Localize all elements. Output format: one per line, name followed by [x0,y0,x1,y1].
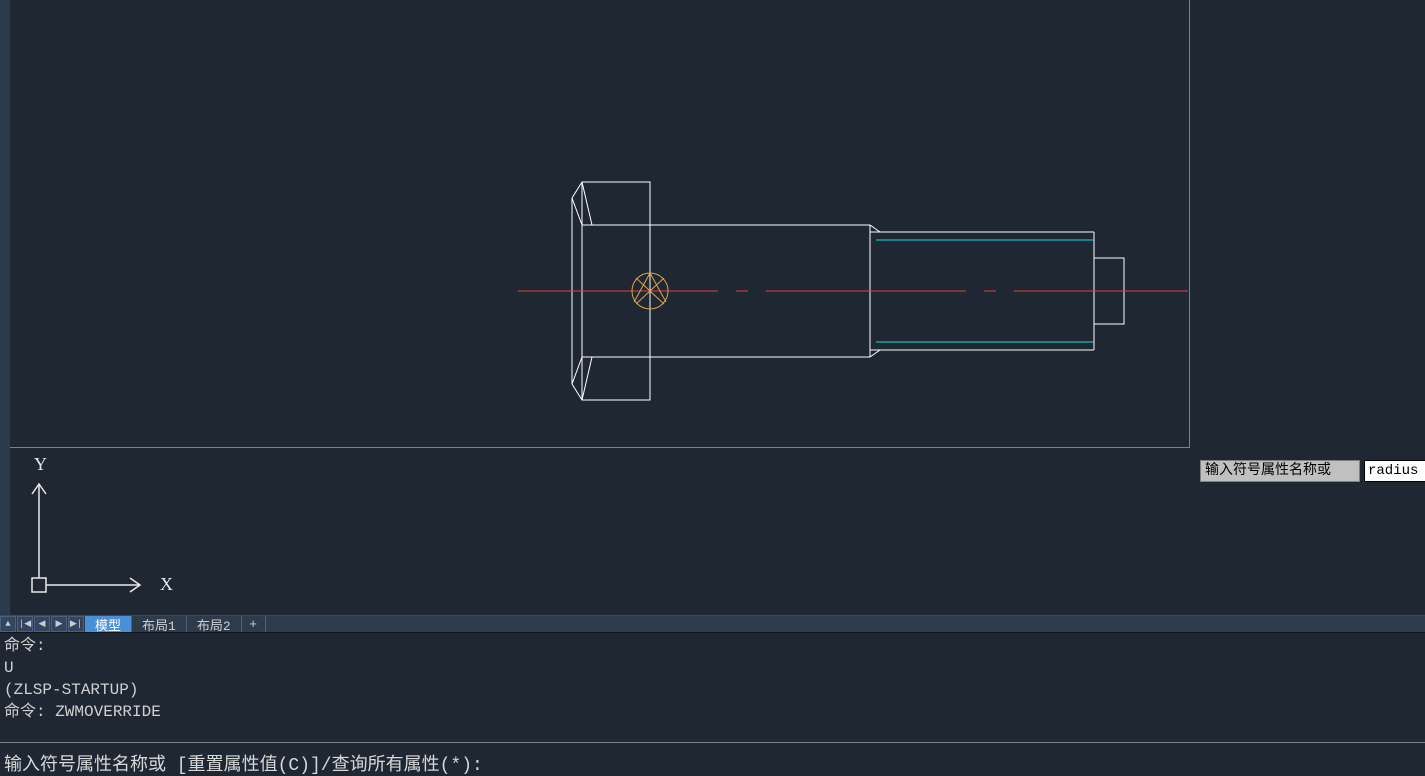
command-input[interactable]: 输入符号属性名称或 [重置属性值(C)]/查询所有属性(*): [0,748,1425,774]
cmd-hist-line3: (ZLSP-STARTUP) [4,681,138,699]
command-separator [0,742,1425,743]
ucs-area: X Y [10,448,1190,615]
tab-nav-next-icon[interactable]: ▶ [51,616,67,632]
drawing-canvas[interactable] [10,0,1190,448]
tab-layout1-label: 布局1 [142,615,176,634]
tab-layout2-label: 布局2 [197,615,231,634]
cmd-hist-line4: 命令: ZWMOVERRIDE [4,703,161,721]
tab-add-label: + [249,617,257,632]
tab-nav-first-icon[interactable]: |◀ [17,616,33,632]
command-input-text: 输入符号属性名称或 [重置属性值(C)]/查询所有属性(*): [4,756,483,776]
main-area: X Y 输入符号属性名称或 radius [10,0,1425,615]
tab-model-label: 模型 [95,615,121,634]
cmd-hist-line2: U [4,659,14,677]
tab-nav-prev-icon[interactable]: ◀ [34,616,50,632]
command-history[interactable]: 命令: U (ZLSP-STARTUP) 命令: ZWMOVERRIDE [0,633,1425,753]
ucs-y-label: Y [34,454,47,474]
ucs-x-label: X [160,574,173,594]
ucs-icon: X Y [10,448,210,615]
tab-layout1[interactable]: 布局1 [132,616,187,632]
layout-tab-bar: ▲ |◀ ◀ ▶ ▶| 模型 布局1 布局2 + [0,615,1425,633]
tab-scroll-up-icon[interactable]: ▲ [0,616,16,632]
tab-nav-last-icon[interactable]: ▶| [68,616,84,632]
dynamic-input-prompt: 输入符号属性名称或 [1200,460,1360,482]
side-panel [1190,0,1425,615]
cmd-hist-line1: 命令: [4,637,46,655]
tab-model[interactable]: 模型 [85,616,132,632]
tab-layout2[interactable]: 布局2 [187,616,242,632]
dynamic-input-field[interactable]: radius [1364,460,1425,482]
left-toolbar-rail [0,0,10,615]
drawing-svg [10,0,1190,448]
tab-add-button[interactable]: + [242,616,266,632]
